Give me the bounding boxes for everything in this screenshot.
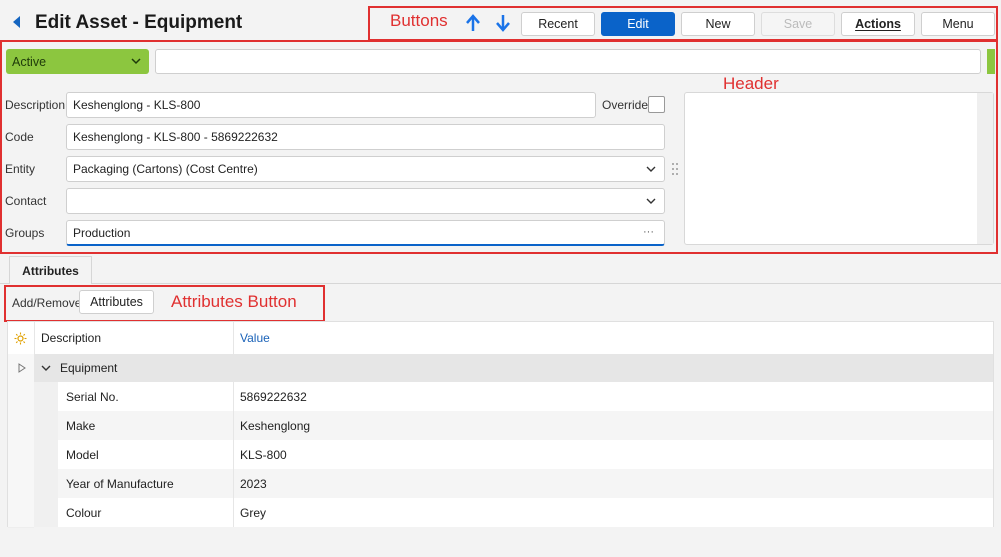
table-row[interactable]: Colour Grey: [8, 498, 993, 528]
chevron-down-icon: [646, 198, 656, 204]
back-arrow-icon[interactable]: [10, 14, 22, 30]
notes-scrollbar[interactable]: [977, 93, 993, 244]
attributes-button[interactable]: Attributes: [79, 290, 154, 314]
groups-input[interactable]: Production ···: [66, 220, 665, 246]
status-value: Active: [12, 55, 47, 69]
menu-button[interactable]: Menu: [921, 12, 995, 36]
row-value[interactable]: Keshenglong: [240, 411, 310, 440]
edit-button[interactable]: Edit: [601, 12, 675, 36]
arrow-up-icon[interactable]: [465, 14, 481, 32]
entity-select[interactable]: Packaging (Cartons) (Cost Centre): [66, 156, 665, 182]
status-dropdown[interactable]: Active: [6, 49, 149, 74]
column-header-value[interactable]: Value: [240, 322, 270, 354]
groups-value: Production: [73, 225, 131, 240]
contact-select[interactable]: [66, 188, 665, 214]
page-title: Edit Asset - Equipment: [35, 12, 243, 33]
code-input[interactable]: Keshenglong - KLS-800 - 5869222632: [66, 124, 665, 150]
actions-label: Actions: [855, 17, 901, 31]
table-row[interactable]: Serial No. 5869222632: [8, 382, 993, 412]
table-row[interactable]: Year of Manufacture 2023: [8, 469, 993, 499]
entity-label: Entity: [5, 162, 36, 176]
tab-attributes[interactable]: Attributes: [9, 256, 92, 284]
override-label: Override: [602, 98, 649, 112]
table-row[interactable]: Model KLS-800: [8, 440, 993, 470]
splitter-grip-icon[interactable]: [671, 162, 679, 176]
attributes-table: Description Value Equipment Serial No. 58…: [7, 321, 994, 528]
row-value[interactable]: Grey: [240, 498, 266, 527]
row-value[interactable]: 2023: [240, 469, 267, 498]
chevron-down-icon: [646, 166, 656, 172]
settings-sun-icon[interactable]: [14, 332, 27, 345]
group-row-equipment[interactable]: Equipment: [8, 354, 993, 382]
groups-label: Groups: [5, 226, 45, 240]
row-description: Make: [66, 418, 96, 433]
arrow-down-icon[interactable]: [495, 14, 511, 32]
notes-panel[interactable]: [684, 92, 994, 245]
status-indicator-strip: [987, 49, 995, 74]
actions-button[interactable]: Actions: [841, 12, 915, 36]
code-label: Code: [5, 130, 34, 144]
row-value[interactable]: KLS-800: [240, 440, 287, 469]
contact-label: Contact: [5, 194, 47, 208]
add-remove-label: Add/Remove: [12, 296, 82, 310]
new-button[interactable]: New: [681, 12, 755, 36]
attributes-button-annotation-label: Attributes Button: [171, 292, 297, 311]
override-checkbox[interactable]: [648, 96, 665, 113]
row-description: Colour: [66, 505, 102, 520]
expand-triangle-icon[interactable]: [18, 363, 26, 373]
tab-attributes-label: Attributes: [22, 263, 79, 278]
row-description: Model: [66, 447, 99, 462]
header-annotation-label: Header: [723, 74, 779, 93]
row-description: Serial No.: [66, 389, 119, 404]
recent-button[interactable]: Recent: [521, 12, 595, 36]
group-label: Equipment: [60, 361, 118, 375]
description-input[interactable]: Keshenglong - KLS-800: [66, 92, 596, 118]
tab-strip-line: [0, 283, 1001, 284]
row-description: Year of Manufacture: [66, 476, 174, 491]
chevron-down-icon: [131, 58, 141, 65]
save-button[interactable]: Save: [761, 12, 835, 36]
buttons-annotation-label: Buttons: [390, 11, 448, 30]
column-header-description[interactable]: Description: [41, 322, 101, 354]
status-note-input[interactable]: [155, 49, 981, 74]
groups-more-button[interactable]: ···: [643, 226, 654, 238]
entity-value: Packaging (Cartons) (Cost Centre): [73, 162, 258, 176]
row-value[interactable]: 5869222632: [240, 382, 307, 411]
table-row[interactable]: Make Keshenglong: [8, 411, 993, 441]
description-label: Description: [5, 98, 66, 112]
chevron-down-icon[interactable]: [41, 364, 51, 372]
table-header-row: Description Value: [8, 322, 993, 354]
